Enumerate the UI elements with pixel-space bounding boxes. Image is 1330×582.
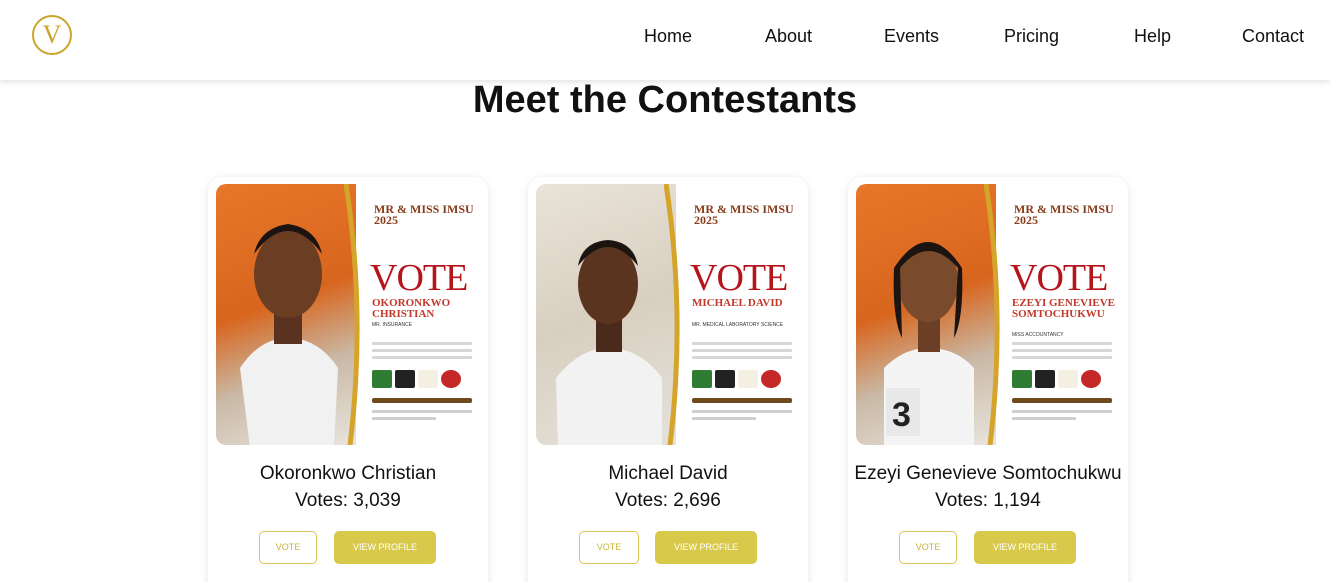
- nav-pricing[interactable]: Pricing: [1004, 26, 1059, 46]
- poster-vote-word: VOTE: [1010, 257, 1108, 299]
- poster-banner: [692, 398, 792, 403]
- contestant-votes: Votes: 1,194: [935, 490, 1041, 511]
- nav-contact[interactable]: Contact: [1242, 26, 1304, 46]
- contestant-card: MR & MISS IMSU 2025 VOTE MICHAEL DAVID M…: [528, 177, 808, 582]
- contestant-name: Ezeyi Genevieve Somtochukwu: [854, 463, 1122, 484]
- nav-events[interactable]: Events: [884, 26, 939, 46]
- top-navbar: V Home About Events Pricing Help Contact: [0, 0, 1330, 80]
- poster-category: MISS ACCOUNTANCY: [1012, 332, 1064, 338]
- contestant-card: MR & MISS IMSU 2025 VOTE OKORONKWO CHRIS…: [208, 177, 488, 582]
- poster-panel: MR & MISS IMSU 2025 VOTE EZEYI GENEVIEVE…: [1006, 184, 1120, 445]
- view-profile-button[interactable]: VIEW PROFILE: [334, 531, 436, 564]
- contestant-card: 3 MR & MISS IMSU 2025 VOTE EZEYI GENEVIE…: [848, 177, 1128, 582]
- poster-contact-lines: [1012, 342, 1112, 363]
- contestant-photo: [240, 224, 338, 445]
- contestant-name: Michael David: [608, 463, 728, 484]
- svg-text:3: 3: [892, 396, 911, 434]
- main-nav: Home About Events Pricing Help Contact: [0, 26, 1330, 48]
- poster-crest: MR & MISS IMSU 2025: [1014, 202, 1114, 227]
- poster-contestant-name: OKORONKWO CHRISTIAN: [372, 297, 451, 320]
- sponsor-logos: [372, 370, 461, 388]
- contestant-votes: Votes: 3,039: [295, 490, 401, 511]
- page-title: Meet the Contestants: [472, 79, 858, 121]
- contestant-votes: Votes: 2,696: [615, 490, 721, 511]
- poster-crest: MR & MISS IMSU 2025: [694, 202, 794, 227]
- view-profile-button[interactable]: VIEW PROFILE: [655, 531, 757, 564]
- poster-vote-word: VOTE: [690, 257, 788, 299]
- poster-banner: [372, 398, 472, 403]
- poster-banner: [1012, 398, 1112, 403]
- contestant-photo: [556, 240, 662, 445]
- poster-contact-lines: [372, 342, 472, 363]
- poster-panel: MR & MISS IMSU 2025 VOTE MICHAEL DAVID M…: [686, 184, 800, 445]
- poster-category: MR. MEDICAL LABORATORY SCIENCE: [692, 322, 784, 328]
- gold-ribbon-graphic: [664, 184, 680, 445]
- vote-button[interactable]: VOTE: [899, 531, 957, 564]
- contestant-name: Okoronkwo Christian: [259, 463, 437, 484]
- poster-crest: MR & MISS IMSU 2025: [374, 202, 474, 227]
- vote-button[interactable]: VOTE: [579, 531, 639, 564]
- view-profile-button[interactable]: VIEW PROFILE: [974, 531, 1076, 564]
- vote-button[interactable]: VOTE: [259, 531, 317, 564]
- poster-contestant-name: MICHAEL DAVID: [692, 297, 783, 309]
- poster-panel: MR & MISS IMSU 2025 VOTE OKORONKWO CHRIS…: [366, 184, 480, 445]
- gold-ribbon-graphic: [344, 184, 360, 445]
- poster-vote-word: VOTE: [370, 257, 468, 299]
- contestant-poster-image: MR & MISS IMSU 2025 VOTE MICHAEL DAVID M…: [536, 184, 800, 445]
- poster-category: MR. INSURANCE: [372, 322, 413, 328]
- nav-help[interactable]: Help: [1134, 26, 1171, 46]
- contestant-poster-image: 3 MR & MISS IMSU 2025 VOTE EZEYI GENEVIE…: [856, 184, 1120, 445]
- poster-contestant-name: EZEYI GENEVIEVE SOMTOCHUKWU: [1012, 297, 1116, 320]
- contestant-poster-image: MR & MISS IMSU 2025 VOTE OKORONKWO CHRIS…: [216, 184, 480, 445]
- poster-contact-lines: [692, 342, 792, 363]
- sponsor-logos: [1012, 370, 1101, 388]
- nav-about[interactable]: About: [765, 26, 812, 46]
- contestant-photo: 3: [884, 242, 974, 445]
- gold-ribbon-graphic: [984, 184, 1000, 445]
- nav-home[interactable]: Home: [644, 26, 692, 46]
- sponsor-logos: [692, 370, 781, 388]
